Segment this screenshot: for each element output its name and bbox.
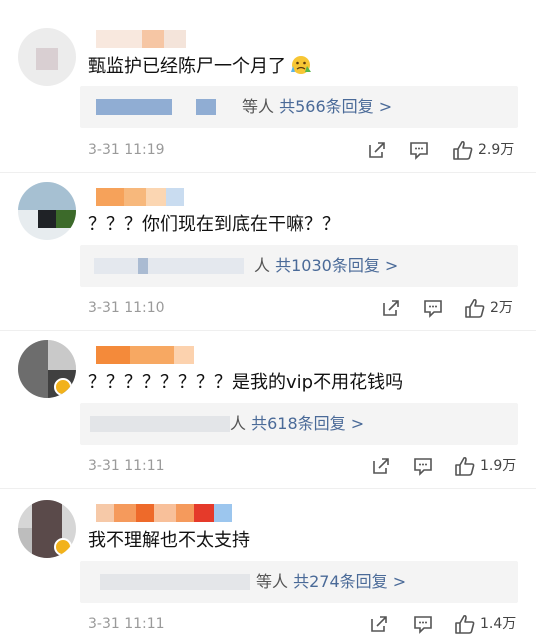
reply-count[interactable]: 共1030条回复 > <box>275 256 398 275</box>
comment-icon[interactable] <box>422 297 444 319</box>
reply-count-link[interactable]: 人 共618条回复 > <box>230 403 364 445</box>
blurred-names <box>100 574 250 590</box>
blurred-names <box>96 99 172 115</box>
comment-text: ？？？你们现在到底在干嘛？？ <box>88 214 340 235</box>
reply-prefix: 人 <box>230 414 247 433</box>
timestamp: 3-31 11:19 <box>88 142 165 158</box>
verified-badge-icon <box>54 538 72 556</box>
reply-count-link[interactable]: 等人 共566条回复 > <box>242 86 392 128</box>
share-icon[interactable] <box>380 297 402 319</box>
crying-face-emoji-icon <box>291 56 311 74</box>
action-bar: 1.9万 <box>364 455 534 477</box>
comment-text: ？？？？？？？？是我的vip不用花钱吗 <box>88 372 404 393</box>
blurred-names <box>138 258 148 274</box>
username-blurred[interactable] <box>96 188 184 206</box>
thumbs-up-icon[interactable] <box>454 455 476 477</box>
avatar[interactable] <box>18 28 76 86</box>
divider <box>0 172 536 173</box>
reply-count-link[interactable]: 人 共1030条回复 > <box>254 245 398 287</box>
comment-icon[interactable] <box>408 139 430 161</box>
blurred-names <box>90 416 230 432</box>
replies-preview[interactable]: 人 共618条回复 > <box>80 403 518 445</box>
thumbs-up-icon[interactable] <box>454 613 476 635</box>
timestamp: 3-31 11:11 <box>88 616 165 632</box>
comment-icon[interactable] <box>412 613 434 635</box>
blurred-names <box>196 99 216 115</box>
reply-count-link[interactable]: 等人 共274条回复 > <box>256 561 406 603</box>
divider <box>0 488 536 489</box>
replies-preview[interactable]: 人 共1030条回复 > <box>80 245 518 287</box>
username-blurred[interactable] <box>96 504 232 522</box>
action-bar: 2.9万 <box>360 139 530 161</box>
reply-count[interactable]: 共274条回复 > <box>293 572 406 591</box>
avatar[interactable] <box>18 340 76 398</box>
comment-text: 我不理解也不太支持 <box>88 530 250 551</box>
reply-prefix: 等人 <box>256 572 289 591</box>
timestamp: 3-31 11:10 <box>88 300 165 316</box>
action-bar: 2万 <box>374 297 534 319</box>
like-count: 2万 <box>490 300 513 316</box>
action-bar: 1.4万 <box>362 613 532 635</box>
reply-prefix: 等人 <box>242 97 275 116</box>
username-blurred[interactable] <box>96 30 186 48</box>
blurred-names <box>94 258 244 274</box>
share-icon[interactable] <box>370 455 392 477</box>
avatar[interactable] <box>18 182 76 240</box>
divider <box>0 330 536 331</box>
comment-text: 甄监护已经陈尸一个月了 <box>88 54 312 80</box>
replies-preview[interactable]: 等人 共566条回复 > <box>80 86 518 128</box>
like-count: 1.9万 <box>480 458 517 474</box>
reply-count[interactable]: 共618条回复 > <box>251 414 364 433</box>
comment-text-content: 甄监护已经陈尸一个月了 <box>88 56 286 77</box>
like-count: 1.4万 <box>480 616 517 632</box>
share-icon[interactable] <box>368 613 390 635</box>
comment-icon[interactable] <box>412 455 434 477</box>
verified-badge-icon <box>54 378 72 396</box>
reply-prefix: 人 <box>254 256 271 275</box>
thumbs-up-icon[interactable] <box>464 297 486 319</box>
like-count: 2.9万 <box>478 142 515 158</box>
timestamp: 3-31 11:11 <box>88 458 165 474</box>
replies-preview[interactable]: 等人 共274条回复 > <box>80 561 518 603</box>
username-blurred[interactable] <box>96 346 194 364</box>
thumbs-up-icon[interactable] <box>452 139 474 161</box>
reply-count[interactable]: 共566条回复 > <box>279 97 392 116</box>
share-icon[interactable] <box>366 139 388 161</box>
avatar[interactable] <box>18 500 76 558</box>
